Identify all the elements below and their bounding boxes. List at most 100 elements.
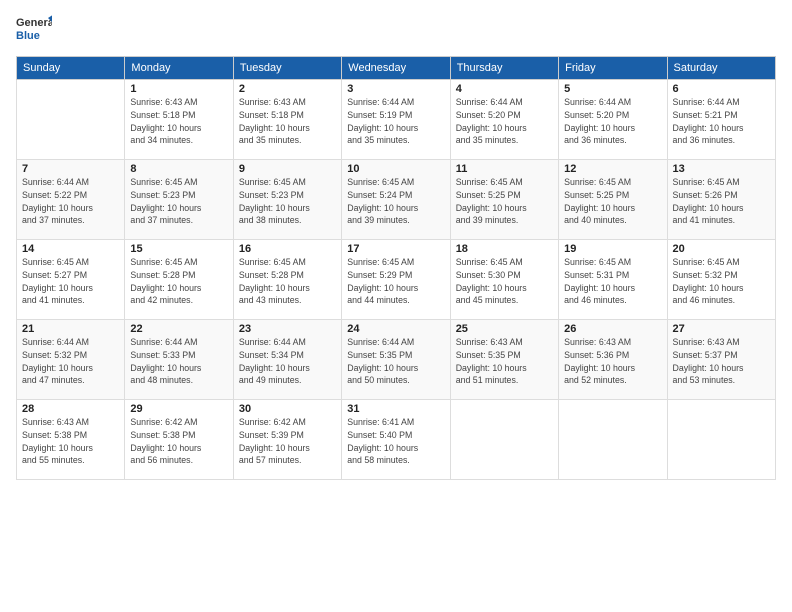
calendar-cell: 23Sunrise: 6:44 AM Sunset: 5:34 PM Dayli… bbox=[233, 320, 341, 400]
day-number: 8 bbox=[130, 163, 227, 175]
day-info: Sunrise: 6:43 AM Sunset: 5:38 PM Dayligh… bbox=[22, 416, 119, 467]
day-info: Sunrise: 6:42 AM Sunset: 5:39 PM Dayligh… bbox=[239, 416, 336, 467]
week-row-2: 7Sunrise: 6:44 AM Sunset: 5:22 PM Daylig… bbox=[17, 160, 776, 240]
day-header-row: SundayMondayTuesdayWednesdayThursdayFrid… bbox=[17, 57, 776, 80]
day-number: 14 bbox=[22, 243, 119, 255]
day-number: 23 bbox=[239, 323, 336, 335]
day-number: 11 bbox=[456, 163, 553, 175]
calendar-cell: 14Sunrise: 6:45 AM Sunset: 5:27 PM Dayli… bbox=[17, 240, 125, 320]
calendar-cell: 2Sunrise: 6:43 AM Sunset: 5:18 PM Daylig… bbox=[233, 80, 341, 160]
day-number: 18 bbox=[456, 243, 553, 255]
day-info: Sunrise: 6:45 AM Sunset: 5:30 PM Dayligh… bbox=[456, 256, 553, 307]
day-header-sunday: Sunday bbox=[17, 57, 125, 80]
day-number: 17 bbox=[347, 243, 444, 255]
calendar-page: General Blue SundayMondayTuesdayWednesda… bbox=[0, 0, 792, 612]
calendar-cell: 28Sunrise: 6:43 AM Sunset: 5:38 PM Dayli… bbox=[17, 400, 125, 480]
day-info: Sunrise: 6:44 AM Sunset: 5:20 PM Dayligh… bbox=[564, 96, 661, 147]
calendar-cell: 7Sunrise: 6:44 AM Sunset: 5:22 PM Daylig… bbox=[17, 160, 125, 240]
calendar-cell: 25Sunrise: 6:43 AM Sunset: 5:35 PM Dayli… bbox=[450, 320, 558, 400]
day-info: Sunrise: 6:45 AM Sunset: 5:25 PM Dayligh… bbox=[564, 176, 661, 227]
day-number: 16 bbox=[239, 243, 336, 255]
day-number: 5 bbox=[564, 83, 661, 95]
calendar-cell: 22Sunrise: 6:44 AM Sunset: 5:33 PM Dayli… bbox=[125, 320, 233, 400]
day-header-thursday: Thursday bbox=[450, 57, 558, 80]
day-number: 29 bbox=[130, 403, 227, 415]
calendar-cell bbox=[450, 400, 558, 480]
day-number: 30 bbox=[239, 403, 336, 415]
calendar-cell: 6Sunrise: 6:44 AM Sunset: 5:21 PM Daylig… bbox=[667, 80, 775, 160]
day-number: 28 bbox=[22, 403, 119, 415]
day-info: Sunrise: 6:44 AM Sunset: 5:19 PM Dayligh… bbox=[347, 96, 444, 147]
calendar-cell bbox=[17, 80, 125, 160]
calendar-table: SundayMondayTuesdayWednesdayThursdayFrid… bbox=[16, 56, 776, 480]
calendar-cell: 4Sunrise: 6:44 AM Sunset: 5:20 PM Daylig… bbox=[450, 80, 558, 160]
day-number: 6 bbox=[673, 83, 770, 95]
day-info: Sunrise: 6:45 AM Sunset: 5:23 PM Dayligh… bbox=[239, 176, 336, 227]
day-info: Sunrise: 6:45 AM Sunset: 5:24 PM Dayligh… bbox=[347, 176, 444, 227]
day-info: Sunrise: 6:43 AM Sunset: 5:37 PM Dayligh… bbox=[673, 336, 770, 387]
week-row-3: 14Sunrise: 6:45 AM Sunset: 5:27 PM Dayli… bbox=[17, 240, 776, 320]
day-info: Sunrise: 6:43 AM Sunset: 5:18 PM Dayligh… bbox=[130, 96, 227, 147]
calendar-cell: 18Sunrise: 6:45 AM Sunset: 5:30 PM Dayli… bbox=[450, 240, 558, 320]
day-info: Sunrise: 6:42 AM Sunset: 5:38 PM Dayligh… bbox=[130, 416, 227, 467]
day-number: 15 bbox=[130, 243, 227, 255]
day-info: Sunrise: 6:43 AM Sunset: 5:36 PM Dayligh… bbox=[564, 336, 661, 387]
day-info: Sunrise: 6:41 AM Sunset: 5:40 PM Dayligh… bbox=[347, 416, 444, 467]
calendar-cell: 1Sunrise: 6:43 AM Sunset: 5:18 PM Daylig… bbox=[125, 80, 233, 160]
day-info: Sunrise: 6:44 AM Sunset: 5:22 PM Dayligh… bbox=[22, 176, 119, 227]
calendar-cell: 29Sunrise: 6:42 AM Sunset: 5:38 PM Dayli… bbox=[125, 400, 233, 480]
calendar-cell: 17Sunrise: 6:45 AM Sunset: 5:29 PM Dayli… bbox=[342, 240, 450, 320]
svg-text:General: General bbox=[16, 17, 52, 29]
calendar-cell: 27Sunrise: 6:43 AM Sunset: 5:37 PM Dayli… bbox=[667, 320, 775, 400]
logo: General Blue bbox=[16, 12, 52, 48]
day-info: Sunrise: 6:45 AM Sunset: 5:28 PM Dayligh… bbox=[130, 256, 227, 307]
calendar-cell bbox=[559, 400, 667, 480]
day-number: 27 bbox=[673, 323, 770, 335]
day-number: 10 bbox=[347, 163, 444, 175]
calendar-cell: 5Sunrise: 6:44 AM Sunset: 5:20 PM Daylig… bbox=[559, 80, 667, 160]
logo-svg: General Blue bbox=[16, 12, 52, 48]
day-info: Sunrise: 6:45 AM Sunset: 5:29 PM Dayligh… bbox=[347, 256, 444, 307]
day-number: 31 bbox=[347, 403, 444, 415]
day-number: 9 bbox=[239, 163, 336, 175]
day-number: 1 bbox=[130, 83, 227, 95]
calendar-cell: 3Sunrise: 6:44 AM Sunset: 5:19 PM Daylig… bbox=[342, 80, 450, 160]
day-number: 19 bbox=[564, 243, 661, 255]
week-row-5: 28Sunrise: 6:43 AM Sunset: 5:38 PM Dayli… bbox=[17, 400, 776, 480]
calendar-cell: 20Sunrise: 6:45 AM Sunset: 5:32 PM Dayli… bbox=[667, 240, 775, 320]
day-number: 4 bbox=[456, 83, 553, 95]
day-info: Sunrise: 6:45 AM Sunset: 5:27 PM Dayligh… bbox=[22, 256, 119, 307]
calendar-cell: 16Sunrise: 6:45 AM Sunset: 5:28 PM Dayli… bbox=[233, 240, 341, 320]
day-number: 22 bbox=[130, 323, 227, 335]
header: General Blue bbox=[16, 12, 776, 48]
day-header-tuesday: Tuesday bbox=[233, 57, 341, 80]
calendar-cell: 31Sunrise: 6:41 AM Sunset: 5:40 PM Dayli… bbox=[342, 400, 450, 480]
day-number: 3 bbox=[347, 83, 444, 95]
calendar-cell bbox=[667, 400, 775, 480]
day-number: 13 bbox=[673, 163, 770, 175]
calendar-cell: 10Sunrise: 6:45 AM Sunset: 5:24 PM Dayli… bbox=[342, 160, 450, 240]
svg-text:Blue: Blue bbox=[16, 30, 40, 42]
day-number: 26 bbox=[564, 323, 661, 335]
calendar-cell: 9Sunrise: 6:45 AM Sunset: 5:23 PM Daylig… bbox=[233, 160, 341, 240]
week-row-4: 21Sunrise: 6:44 AM Sunset: 5:32 PM Dayli… bbox=[17, 320, 776, 400]
calendar-cell: 24Sunrise: 6:44 AM Sunset: 5:35 PM Dayli… bbox=[342, 320, 450, 400]
day-header-monday: Monday bbox=[125, 57, 233, 80]
calendar-cell: 21Sunrise: 6:44 AM Sunset: 5:32 PM Dayli… bbox=[17, 320, 125, 400]
calendar-cell: 12Sunrise: 6:45 AM Sunset: 5:25 PM Dayli… bbox=[559, 160, 667, 240]
day-header-friday: Friday bbox=[559, 57, 667, 80]
calendar-cell: 15Sunrise: 6:45 AM Sunset: 5:28 PM Dayli… bbox=[125, 240, 233, 320]
day-number: 24 bbox=[347, 323, 444, 335]
day-number: 7 bbox=[22, 163, 119, 175]
day-info: Sunrise: 6:44 AM Sunset: 5:20 PM Dayligh… bbox=[456, 96, 553, 147]
day-number: 2 bbox=[239, 83, 336, 95]
day-info: Sunrise: 6:43 AM Sunset: 5:35 PM Dayligh… bbox=[456, 336, 553, 387]
day-info: Sunrise: 6:45 AM Sunset: 5:28 PM Dayligh… bbox=[239, 256, 336, 307]
calendar-cell: 13Sunrise: 6:45 AM Sunset: 5:26 PM Dayli… bbox=[667, 160, 775, 240]
day-info: Sunrise: 6:44 AM Sunset: 5:34 PM Dayligh… bbox=[239, 336, 336, 387]
day-number: 21 bbox=[22, 323, 119, 335]
day-info: Sunrise: 6:45 AM Sunset: 5:25 PM Dayligh… bbox=[456, 176, 553, 227]
day-info: Sunrise: 6:44 AM Sunset: 5:35 PM Dayligh… bbox=[347, 336, 444, 387]
day-info: Sunrise: 6:45 AM Sunset: 5:32 PM Dayligh… bbox=[673, 256, 770, 307]
calendar-cell: 30Sunrise: 6:42 AM Sunset: 5:39 PM Dayli… bbox=[233, 400, 341, 480]
